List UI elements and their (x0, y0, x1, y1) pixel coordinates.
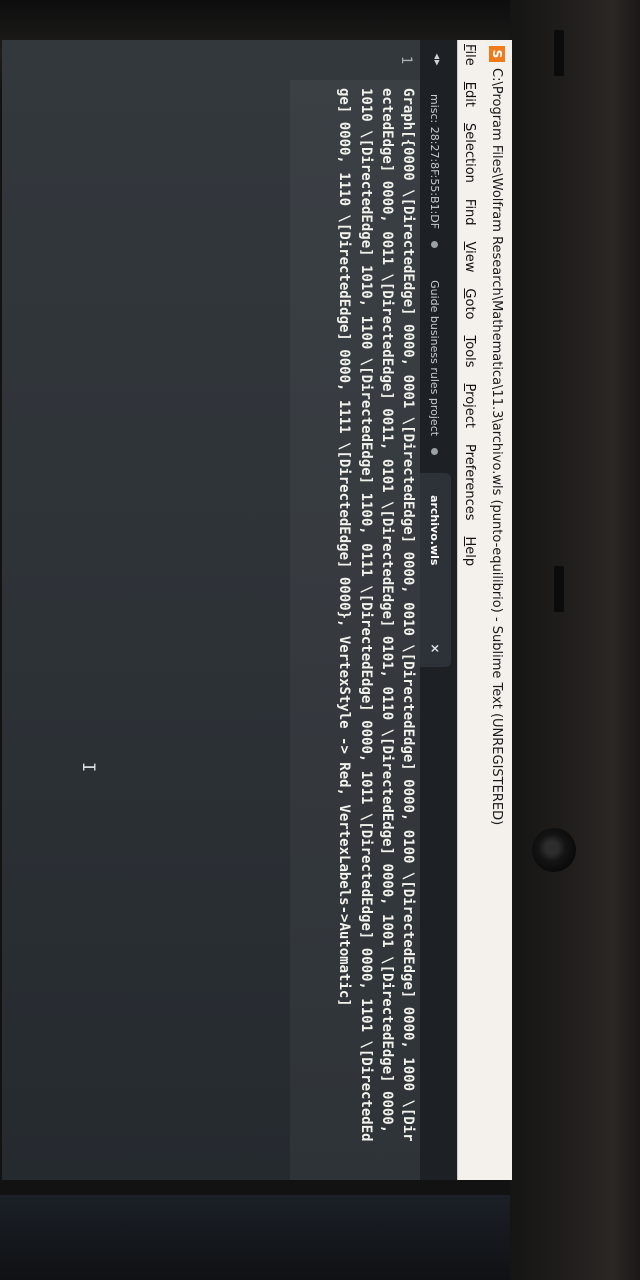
menu-label: Find (462, 198, 478, 226)
menu-accelerator: S (462, 122, 478, 132)
title-bar: S C:\Program Files\Wolfram Research\Math… (482, 40, 512, 1180)
line-number-gutter: 1 (2, 40, 420, 80)
menu-label: roject (462, 391, 478, 429)
tab-misc[interactable]: misc: 28:27:8F:55:B1:DF (419, 80, 451, 262)
menu-label: oto (462, 298, 478, 320)
menu-accelerator: H (462, 536, 478, 547)
menu-item-view[interactable]: View (463, 242, 478, 273)
menu-accelerator: G (462, 288, 478, 299)
editor-area[interactable]: 1 Graph[{0000 \[DirectedEdge] 0000, 0001… (2, 40, 420, 1180)
tab-guide-business-rules[interactable]: Guide business rules project (419, 266, 451, 469)
tab-archivo-wls[interactable]: archivo.wls × (419, 473, 451, 668)
menu-accelerator: E (462, 81, 478, 90)
unsaved-dot-icon[interactable] (431, 241, 439, 249)
menu-item-edit[interactable]: Edit (463, 82, 478, 107)
sublime-text-window: S C:\Program Files\Wolfram Research\Math… (2, 40, 512, 1180)
menu-label: iew (462, 250, 478, 273)
code-line[interactable]: Graph[{0000 \[DirectedEdge] 0000, 0001 \… (333, 88, 418, 1148)
menu-item-find[interactable]: Find (463, 199, 478, 226)
menu-label: ools (462, 341, 478, 368)
unsaved-dot-icon[interactable] (431, 448, 439, 456)
tab-nav-arrows-icon[interactable]: ◂▸ (419, 40, 457, 80)
line-number: 1 (398, 55, 414, 65)
menu-item-project[interactable]: Project (463, 384, 478, 429)
tab-bar: ◂▸ misc: 28:27:8F:55:B1:DF Guide busines… (419, 40, 457, 1180)
bezel-notch (554, 566, 564, 612)
screen-bottom-edge (0, 1195, 520, 1280)
webcam (532, 828, 576, 872)
menu-item-tools[interactable]: Tools (463, 336, 478, 368)
menu-item-goto[interactable]: Goto (463, 288, 478, 319)
close-icon[interactable]: × (428, 643, 442, 653)
tab-label: Guide business rules project (428, 280, 442, 437)
menu-item-preferences[interactable]: Preferences (463, 444, 478, 520)
menu-label: ile (462, 50, 478, 66)
menu-label: election (462, 131, 478, 183)
tab-label: misc: 28:27:8F:55:B1:DF (428, 94, 442, 230)
menu-bar: File Edit Selection Find View Goto Tools Projec… (457, 40, 482, 1180)
menu-item-help[interactable]: Help (463, 537, 478, 567)
menu-label: elp (462, 546, 478, 567)
menu-item-file[interactable]: File (463, 44, 478, 66)
text-cursor-icon: I (78, 762, 98, 773)
bezel-notch (554, 30, 564, 76)
menu-label: dit (462, 90, 478, 107)
window-title: C:\Program Files\Wolfram Research\Mathem… (489, 68, 505, 826)
menu-item-selection[interactable]: Selection (463, 123, 478, 183)
sublime-logo-icon: S (489, 46, 505, 62)
tab-label: archivo.wls (428, 495, 442, 566)
menu-label: Preferences (462, 444, 478, 521)
laptop-bezel-right (510, 0, 640, 1280)
menu-accelerator: V (462, 241, 478, 251)
menu-accelerator: P (462, 383, 478, 392)
